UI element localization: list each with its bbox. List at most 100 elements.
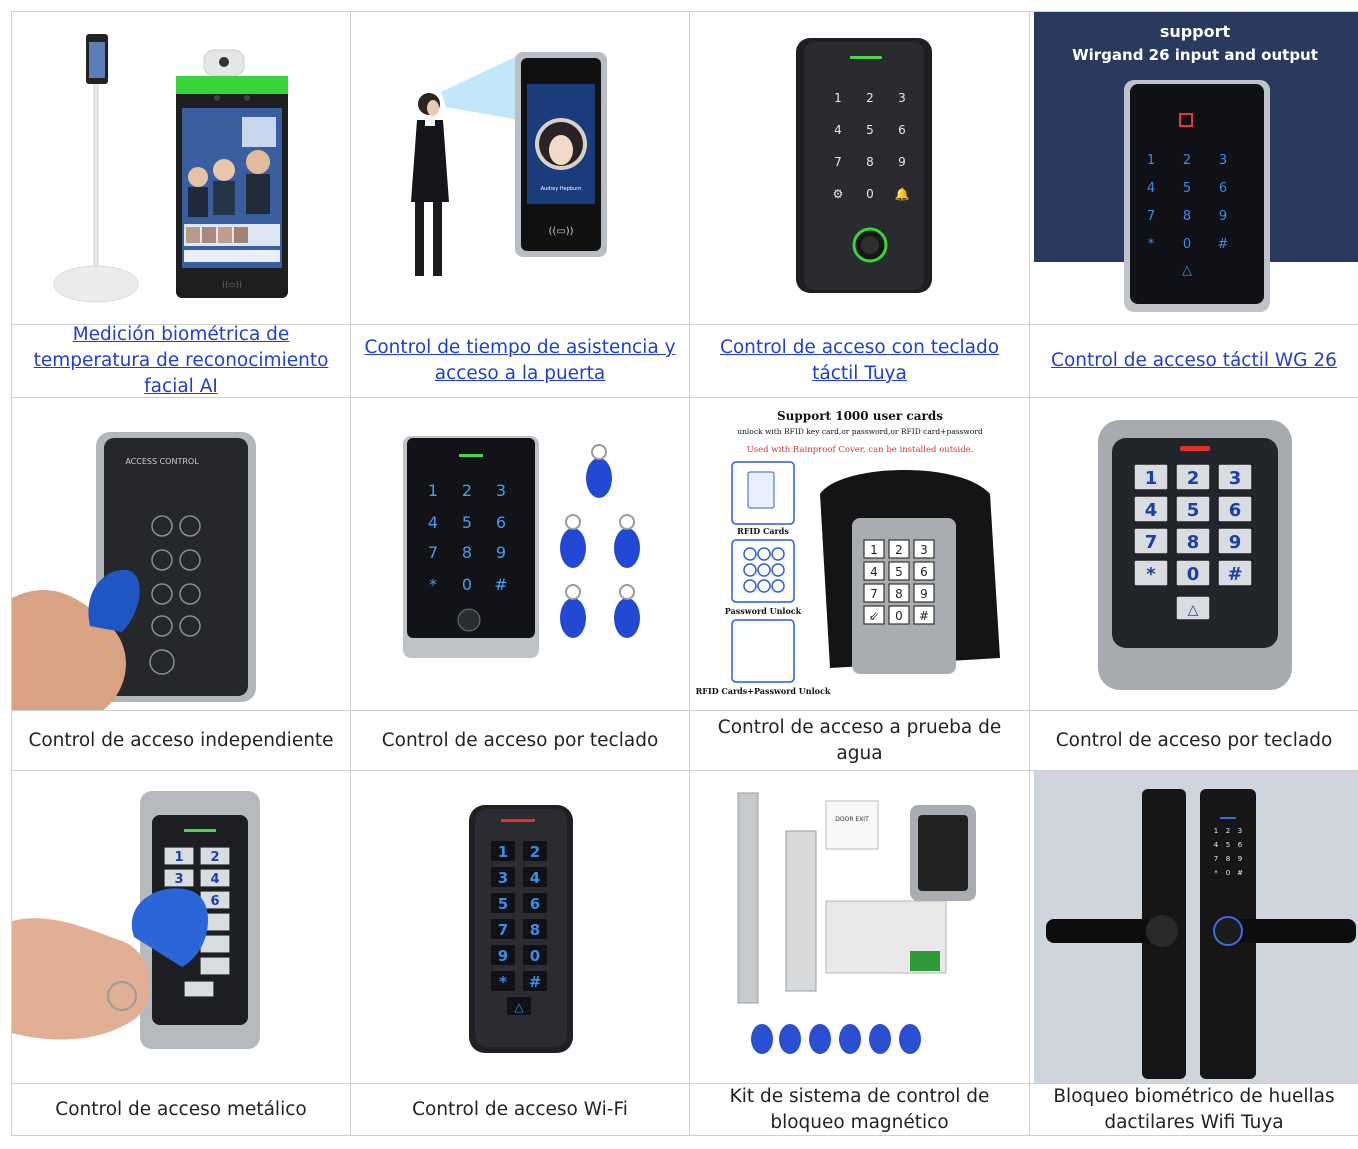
svg-text:9: 9 [1219,209,1227,224]
caption-cell: Control de acceso táctil WG 26 [1030,325,1358,398]
svg-text:6: 6 [210,894,219,909]
svg-text:2: 2 [1183,153,1191,168]
svg-text:0: 0 [462,575,472,594]
product-link[interactable]: Medición biométrica de temperatura de re… [18,322,344,400]
svg-text:4: 4 [1214,841,1219,849]
svg-text:3: 3 [920,543,928,557]
svg-text:#: # [529,973,542,991]
waterproof-red: Used with Rainproof Cover, can be instal… [747,445,974,455]
product-grid: ((▭)) Audrey Hepburn ((▭)) 1 2 3 4 5 6 7… [11,11,1358,1136]
row-1-captions: Medición biométrica de temperatura de re… [12,322,1358,400]
caption-cell: Control de acceso metálico [12,1084,351,1136]
product-image-standalone[interactable]: ACCESS CONTROL [12,398,351,711]
caption-cell: Control de acceso Wi-Fi [351,1084,690,1136]
product-image-metal-access[interactable]: 12 34 56 [12,771,351,1084]
product-image-magnetic-kit[interactable]: DOOR EXIT [690,771,1030,1084]
caption-cell: Medición biométrica de temperatura de re… [12,322,351,400]
svg-text:7: 7 [498,921,508,939]
svg-text:0: 0 [1187,564,1200,585]
svg-text:⚙: ⚙ [833,187,844,201]
row-1-images: ((▭)) Audrey Hepburn ((▭)) 1 2 3 4 5 6 7… [12,12,1358,325]
svg-text:9: 9 [920,587,928,601]
svg-text:8: 8 [530,921,540,939]
svg-text:#: # [494,575,507,594]
svg-text:2: 2 [1226,827,1230,835]
svg-text:3: 3 [898,91,906,105]
caption-cell: Control de tiempo de asistencia y acceso… [351,325,690,398]
svg-text:7: 7 [1214,855,1218,863]
svg-text:2: 2 [462,481,472,500]
svg-text:0: 0 [530,947,540,965]
product-caption: Control de acceso independiente [28,729,334,751]
product-image-face-recognition[interactable]: ((▭)) [12,12,351,325]
svg-text:5: 5 [1187,500,1200,521]
audrey-label: Audrey Hepburn [541,186,582,192]
svg-text:8: 8 [895,587,903,601]
waterproof-sub: unlock with RFID key card,or password,or… [737,427,983,436]
svg-text:1: 1 [1145,468,1158,489]
svg-text:5: 5 [895,565,903,579]
svg-text:3: 3 [1229,468,1242,489]
svg-text:4: 4 [1145,500,1158,521]
svg-text:2: 2 [895,543,903,557]
product-caption: Control de acceso Wi-Fi [412,1098,628,1120]
svg-text:7: 7 [1145,532,1158,553]
svg-text:1: 1 [1214,827,1218,835]
svg-text:9: 9 [496,543,506,562]
product-image-fingerprint-lock[interactable]: 123 456 789 * 0 # [1030,771,1358,1084]
product-image-keypad-fobs[interactable]: 1 2 3 4 5 6 7 8 9 * 0 # [351,398,690,711]
svg-text:1: 1 [498,843,508,861]
product-caption: Control de acceso por teclado [1055,729,1333,751]
svg-text:△: △ [1182,263,1192,278]
svg-text:⇙: ⇙ [869,609,879,623]
svg-text:8: 8 [1226,855,1230,863]
svg-text:1: 1 [870,543,878,557]
product-link[interactable]: Control de tiempo de asistencia y acceso… [357,335,683,387]
caption-cell: Control de acceso por teclado [1030,711,1358,771]
svg-text:*: * [499,973,507,991]
svg-text:3: 3 [496,481,506,500]
product-image-waterproof[interactable]: Support 1000 user cards unlock with RFID… [690,398,1030,711]
svg-text:8: 8 [1187,532,1200,553]
product-caption: Control de acceso metálico [55,1098,307,1120]
svg-text:2: 2 [1187,468,1200,489]
wg26-line1: support [1160,22,1231,41]
svg-text:3: 3 [498,869,508,887]
caption-cell: Control de acceso a prueba de agua [690,711,1030,771]
product-link[interactable]: Control de acceso con teclado táctil Tuy… [696,335,1023,387]
svg-text:((▭)): ((▭)) [548,226,573,237]
svg-text:0: 0 [1226,869,1230,877]
svg-text:△: △ [1188,602,1199,618]
product-image-metal-keypad[interactable]: 1 2 3 4 5 6 7 8 9 * 0 # △ [1030,398,1358,711]
product-image-wg26-keypad[interactable]: support Wirgand 26 input and output 123 … [1030,12,1358,325]
svg-text:((▭)): ((▭)) [222,280,242,289]
svg-text:4: 4 [870,565,878,579]
caption-cell: Control de acceso con teclado táctil Tuy… [690,325,1030,398]
product-image-attendance-terminal[interactable]: Audrey Hepburn ((▭)) [351,12,690,325]
svg-text:3: 3 [1238,827,1242,835]
svg-text:3: 3 [174,872,183,887]
svg-text:*: * [1148,237,1155,252]
svg-text:2: 2 [866,91,874,105]
row-3-captions: Control de acceso metálico Control de ac… [12,1084,1358,1136]
rfid-cards-label: RFID Cards [737,526,789,536]
product-image-tuya-keypad[interactable]: 1 2 3 4 5 6 7 8 9 ⚙ 0 🔔 [690,12,1030,325]
svg-text:3: 3 [1219,153,1227,168]
access-control-label: ACCESS CONTROL [125,457,199,466]
caption-cell: Kit de sistema de control de bloqueo mag… [690,1084,1030,1136]
svg-text:4: 4 [834,123,842,137]
product-caption: Control de acceso por teclado [381,729,659,751]
svg-text:5: 5 [498,895,508,913]
svg-text:1: 1 [428,481,438,500]
svg-text:6: 6 [920,565,928,579]
svg-text:*: * [1146,564,1156,585]
svg-text:7: 7 [834,155,842,169]
product-image-wifi-keypad[interactable]: 1 2 3 4 5 6 7 8 9 0 * # △ [351,771,690,1084]
svg-text:7: 7 [428,543,438,562]
caption-cell: Bloqueo biométrico de huellas dactilares… [1030,1084,1358,1136]
product-link[interactable]: Control de acceso táctil WG 26 [1051,348,1337,374]
svg-text:*: * [1214,869,1218,877]
svg-text:1: 1 [174,850,183,865]
wg26-line2: Wirgand 26 input and output [1072,46,1318,64]
waterproof-title: Support 1000 user cards [777,409,943,423]
